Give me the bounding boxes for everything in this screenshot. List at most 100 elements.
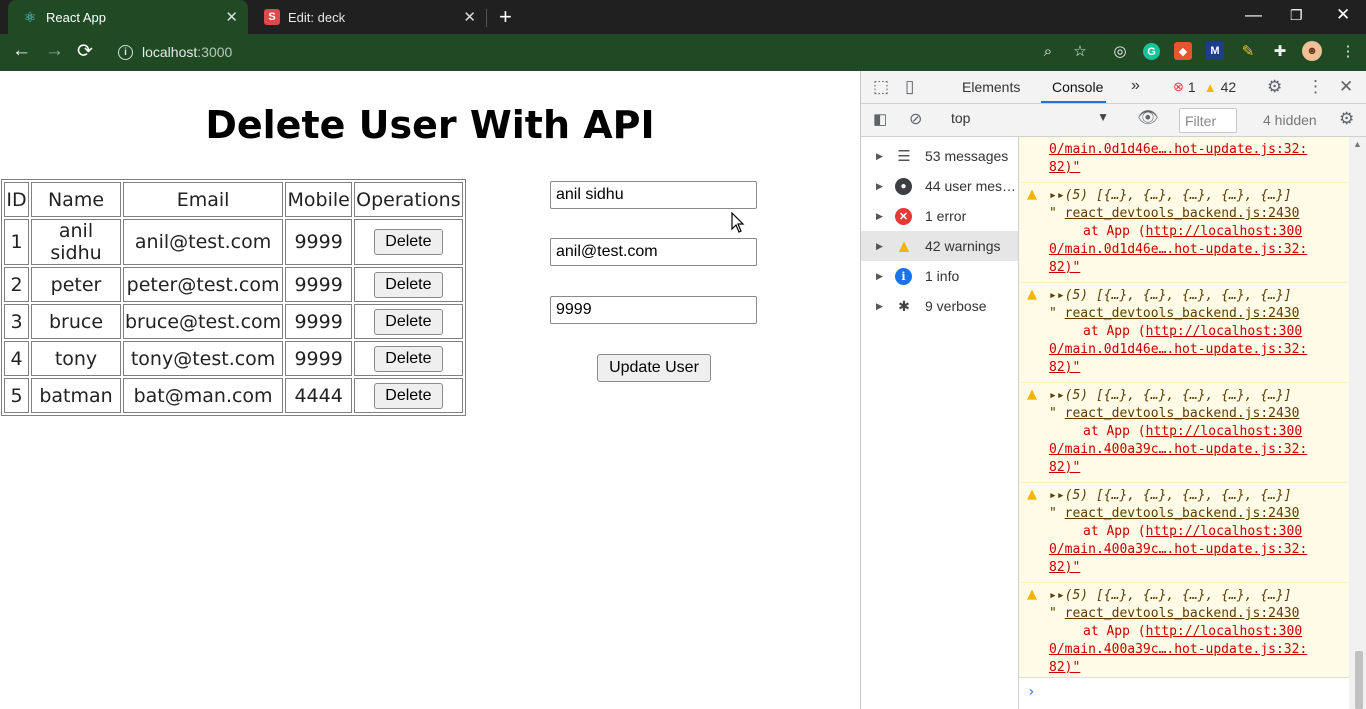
stack-url[interactable]: http://localhost:300 <box>1146 524 1303 539</box>
sidebar-item-warnings[interactable]: ▶ ▲ 42 warnings <box>861 231 1018 261</box>
extension-circle-icon[interactable]: ◎ <box>1110 41 1130 61</box>
update-user-button[interactable]: Update User <box>597 354 711 382</box>
stack-url[interactable]: 0/main.400a39c….hot-update.js:32: <box>1049 442 1307 457</box>
restore-icon[interactable]: ❐ <box>1290 7 1303 24</box>
device-toolbar-icon[interactable]: ▯ <box>905 77 914 97</box>
stack-url[interactable]: 82)" <box>1049 360 1080 375</box>
close-devtools-icon[interactable]: ✕ <box>1339 77 1353 97</box>
close-tab-icon[interactable]: ✕ <box>225 8 238 26</box>
react-icon: ⚛ <box>23 8 37 25</box>
warning-icon: ▲ <box>1027 287 1037 302</box>
stack-url[interactable]: 82)" <box>1049 660 1080 675</box>
close-tab-icon[interactable]: ✕ <box>463 8 476 26</box>
devtools-panel: ⬚ ▯ Elements Console » ⊗ 1 ▲ 42 ⚙ ⋮ ✕ ◧ … <box>860 71 1366 709</box>
address-bar[interactable]: i localhost:3000 <box>108 38 1098 67</box>
stack-url[interactable]: 0/main.0d1d46e….hot-update.js:32: <box>1049 342 1307 357</box>
stack-url[interactable]: 82)" <box>1049 560 1080 575</box>
reload-icon[interactable]: ⟳ <box>77 40 93 63</box>
issue-counts[interactable]: ⊗ 1 ▲ 42 <box>1173 79 1236 95</box>
delete-button[interactable]: Delete <box>374 271 443 298</box>
source-link[interactable]: react_devtools_backend.js:2430 <box>1065 206 1300 221</box>
stack-url[interactable]: http://localhost:300 <box>1146 224 1303 239</box>
inspect-element-icon[interactable]: ⬚ <box>873 77 889 97</box>
profile-avatar-icon[interactable]: ☻ <box>1302 41 1322 61</box>
grammarly-icon[interactable]: G <box>1143 43 1160 60</box>
stack-at: at App ( <box>1083 224 1146 239</box>
sidebar-item-user-messages[interactable]: ▶ ● 44 user mes… <box>861 171 1018 201</box>
stack-url[interactable]: http://localhost:300 <box>1146 324 1303 339</box>
header-name: Name <box>31 182 121 217</box>
pencil-icon[interactable]: ✎ <box>1238 41 1258 61</box>
context-value: top <box>951 110 971 126</box>
cell-operations: Delete <box>354 304 463 339</box>
console-toolbar: ◧ ⊘ top ▼ 👁 Filter 4 hidden ⚙ <box>861 104 1366 137</box>
console-settings-icon[interactable]: ⚙ <box>1339 109 1354 129</box>
console-message[interactable]: ▲ ▸▸(5) [{…}, {…}, {…}, {…}, {…}] " reac… <box>1019 482 1349 582</box>
source-link[interactable]: 0/main.0d1d46e….hot-update.js:32: <box>1049 142 1307 157</box>
scroll-up-arrow-icon[interactable]: ▲ <box>1353 139 1362 149</box>
delete-button[interactable]: Delete <box>374 345 443 372</box>
sidebar-toggle-icon[interactable]: ◧ <box>873 110 887 128</box>
cell-name: tony <box>31 341 121 376</box>
delete-button[interactable]: Delete <box>374 308 443 335</box>
stack-url[interactable]: 82)" <box>1049 260 1080 275</box>
bookmark-star-icon[interactable]: ☆ <box>1070 41 1090 61</box>
stack-url[interactable]: 0/main.400a39c….hot-update.js:32: <box>1049 642 1307 657</box>
cell-email: anil@test.com <box>123 219 284 265</box>
console-prompt[interactable]: › <box>1019 677 1349 709</box>
scroll-thumb[interactable] <box>1355 651 1363 709</box>
sidebar-item-messages[interactable]: ▶ ☰ 53 messages <box>861 141 1018 171</box>
zoom-icon[interactable]: ⌕ <box>1038 41 1058 61</box>
console-message[interactable]: ▲ ▸▸(5) [{…}, {…}, {…}, {…}, {…}] " reac… <box>1019 282 1349 382</box>
source-link[interactable]: 82)" <box>1049 160 1080 175</box>
tab-console[interactable]: Console <box>1052 79 1103 95</box>
stack-url[interactable]: http://localhost:300 <box>1146 624 1303 639</box>
tab-react-app[interactable]: ⚛ React App ✕ <box>8 0 248 34</box>
console-message[interactable]: ▲ ▸▸(5) [{…}, {…}, {…}, {…}, {…}] " reac… <box>1019 582 1349 682</box>
tab-edit-deck[interactable]: S Edit: deck ✕ <box>250 0 486 34</box>
devtools-menu-icon[interactable]: ⋮ <box>1307 77 1324 97</box>
stack-url[interactable]: 82)" <box>1049 460 1080 475</box>
sidebar-item-errors[interactable]: ▶ ✕ 1 error <box>861 201 1018 231</box>
extensions-puzzle-icon[interactable]: ✚ <box>1270 41 1290 61</box>
delete-button[interactable]: Delete <box>374 382 443 409</box>
extension-red-icon[interactable]: ◆ <box>1174 42 1192 60</box>
menu-kebab-icon[interactable]: ⋮ <box>1338 41 1358 61</box>
extension-m-icon[interactable]: M <box>1206 42 1224 60</box>
source-link[interactable]: react_devtools_backend.js:2430 <box>1065 506 1300 521</box>
sidebar-item-verbose[interactable]: ▶ ✱ 9 verbose <box>861 291 1018 321</box>
clear-console-icon[interactable]: ⊘ <box>909 109 922 129</box>
stack-url[interactable]: http://localhost:300 <box>1146 424 1303 439</box>
sidebar-item-info[interactable]: ▶ i 1 info <box>861 261 1018 291</box>
source-link[interactable]: react_devtools_backend.js:2430 <box>1065 606 1300 621</box>
source-link[interactable]: react_devtools_backend.js:2430 <box>1065 406 1300 421</box>
live-expression-eye-icon[interactable]: 👁 <box>1137 108 1159 128</box>
console-message[interactable]: ▲ ▸▸(5) [{…}, {…}, {…}, {…}, {…}] " reac… <box>1019 382 1349 482</box>
name-input[interactable] <box>550 181 757 209</box>
back-icon[interactable]: ← <box>12 40 31 62</box>
filter-input[interactable]: Filter <box>1179 108 1237 133</box>
minimize-icon[interactable]: — <box>1245 5 1262 25</box>
cell-mobile: 9999 <box>285 219 353 265</box>
forward-icon[interactable]: → <box>45 40 64 62</box>
email-input[interactable] <box>550 238 757 266</box>
more-tabs-button[interactable]: » <box>1131 77 1140 95</box>
settings-gear-icon[interactable]: ⚙ <box>1267 77 1282 97</box>
mobile-input[interactable] <box>550 296 757 324</box>
source-link[interactable]: react_devtools_backend.js:2430 <box>1065 306 1300 321</box>
console-scrollbar[interactable]: ▲ <box>1349 137 1366 709</box>
delete-button[interactable]: Delete <box>374 229 443 255</box>
cell-name: bruce <box>31 304 121 339</box>
site-info-icon[interactable]: i <box>118 45 133 60</box>
console-message[interactable]: ▲ ▸▸(5) [{…}, {…}, {…}, {…}, {…}] " reac… <box>1019 182 1349 282</box>
context-select[interactable]: top ▼ <box>951 110 1109 131</box>
stack-url[interactable]: 0/main.400a39c….hot-update.js:32: <box>1049 542 1307 557</box>
tab-elements[interactable]: Elements <box>962 79 1020 95</box>
console-messages: 0/main.0d1d46e….hot-update.js:32: 82)" ▲… <box>1019 137 1349 709</box>
stack-url[interactable]: 0/main.0d1d46e….hot-update.js:32: <box>1049 242 1307 257</box>
table-header-row: ID Name Email Mobile Operations <box>4 182 463 217</box>
table-row: 3 bruce bruce@test.com 9999 Delete <box>4 304 463 339</box>
new-tab-icon[interactable]: + <box>499 4 512 30</box>
page-title: Delete User With API <box>205 103 655 147</box>
close-window-icon[interactable]: ✕ <box>1336 5 1350 25</box>
